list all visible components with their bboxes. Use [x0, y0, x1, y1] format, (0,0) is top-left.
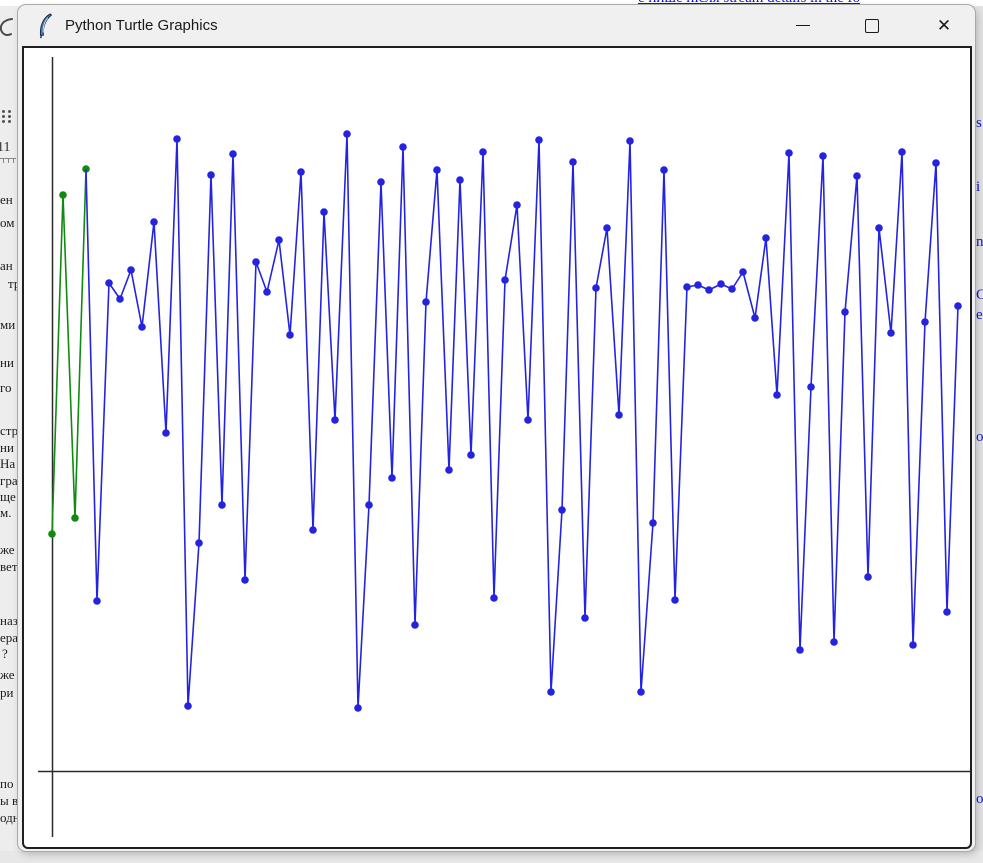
left-text-fragment: ми: [0, 318, 15, 331]
left-text-fragment: вет: [0, 560, 18, 573]
right-text-fragment: i: [976, 180, 980, 194]
left-text-fragment: го: [0, 381, 12, 394]
left-text-fragment: ни: [0, 356, 14, 369]
left-text-fragment: ще: [0, 490, 16, 503]
page-number: 11: [0, 140, 10, 156]
left-text-fragment: ан: [0, 259, 13, 272]
close-icon: ✕: [937, 17, 951, 34]
left-text-fragment: по: [0, 777, 13, 790]
left-text-fragment: ен: [0, 193, 13, 206]
left-text-fragment: ни: [0, 441, 14, 454]
clipped-cursor-glyph: [0, 18, 16, 40]
turtle-line-chart: [24, 48, 970, 847]
left-text-fragment: наз: [0, 614, 18, 627]
left-text-fragment: стр: [0, 424, 18, 437]
left-text-fragment: ?: [2, 647, 8, 660]
background-page-bottom-edge: [0, 851, 983, 863]
titlebar[interactable]: Python Turtle Graphics ✕: [18, 5, 975, 46]
left-text-fragment: м.: [0, 506, 11, 519]
left-text-fragment: ы в: [0, 794, 18, 807]
close-button[interactable]: ✕: [922, 5, 966, 46]
minimize-button[interactable]: [781, 5, 825, 46]
left-text-fragment: же: [0, 668, 15, 681]
left-text-fragment: одн: [0, 811, 20, 824]
left-text-fragment: ри: [0, 686, 13, 699]
maximize-icon: [865, 19, 879, 33]
ruler-ticks: [0, 158, 16, 163]
left-text-fragment: гра: [0, 474, 18, 487]
minimize-icon: [796, 25, 810, 26]
right-text-fragment: n: [976, 235, 983, 249]
right-text-fragment: s: [976, 116, 982, 130]
maximize-button[interactable]: [850, 5, 894, 46]
right-text-fragment: о: [976, 792, 983, 806]
window-title: Python Turtle Graphics: [65, 17, 218, 34]
turtle-canvas: [22, 46, 972, 849]
python-feather-icon: [37, 13, 53, 39]
right-text-fragment: С: [976, 288, 983, 302]
drag-handle-dots-icon: [2, 110, 12, 123]
screen: { "window": { "title": "Python Turtle Gr…: [0, 0, 983, 863]
left-text-fragment: же: [0, 543, 15, 556]
left-text-fragment: ом: [0, 216, 14, 229]
right-text-fragment: о: [976, 430, 983, 444]
right-text-fragment: е: [976, 308, 983, 322]
turtle-graphics-window: Python Turtle Graphics ✕: [18, 5, 975, 851]
left-text-fragment: На: [0, 457, 15, 470]
left-text-fragment: ера: [0, 631, 18, 644]
